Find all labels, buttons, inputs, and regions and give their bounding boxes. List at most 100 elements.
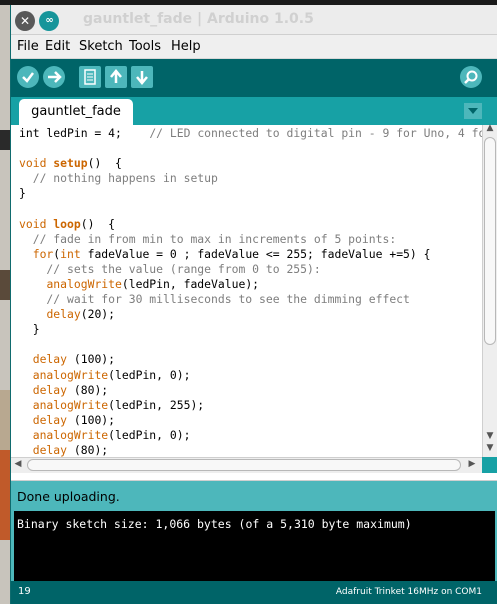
code-token: (ledPin, 0); bbox=[108, 427, 191, 442]
code-line[interactable]: delay (80); bbox=[19, 443, 108, 457]
code-line[interactable]: void loop() { bbox=[19, 217, 115, 231]
console-text: Binary sketch size: 1,066 bytes (of a 5,… bbox=[17, 517, 412, 531]
verify-button[interactable] bbox=[17, 66, 39, 88]
menu-tools[interactable]: Tools bbox=[129, 39, 161, 54]
arrow-right-icon bbox=[48, 71, 62, 83]
code-line[interactable]: analogWrite(ledPin, 255); bbox=[19, 398, 204, 412]
code-token: // sets the value (range from 0 to 255): bbox=[19, 261, 321, 276]
code-line[interactable]: delay(20); bbox=[19, 307, 115, 321]
code-token: } bbox=[19, 322, 40, 337]
code-line[interactable]: analogWrite(ledPin, fadeValue); bbox=[19, 277, 259, 291]
code-token: (ledPin, 0); bbox=[108, 367, 191, 382]
new-file-icon bbox=[84, 69, 96, 85]
code-token: delay bbox=[32, 442, 68, 457]
code-line[interactable]: // fade in from min to max in increments… bbox=[19, 232, 396, 246]
tab-gauntlet-fade[interactable]: gauntlet_fade bbox=[19, 99, 133, 125]
tab-menu-button[interactable] bbox=[464, 103, 482, 119]
code-token: delay bbox=[32, 352, 68, 367]
save-sketch-button[interactable] bbox=[131, 66, 153, 88]
code-line[interactable]: // wait for 30 milliseconds to see the d… bbox=[19, 292, 410, 307]
code-token: () { bbox=[80, 216, 116, 231]
horizontal-scroll-thumb[interactable] bbox=[27, 459, 461, 471]
code-token: void bbox=[19, 156, 54, 171]
scroll-right-icon[interactable]: ▶ bbox=[465, 459, 479, 469]
console-output[interactable]: Binary sketch size: 1,066 bytes (of a 5,… bbox=[11, 511, 497, 581]
code-token: } bbox=[19, 186, 26, 201]
code-token: for bbox=[32, 246, 54, 261]
code-token: delay bbox=[32, 412, 68, 427]
code-token: analogWrite bbox=[32, 427, 109, 442]
code-line[interactable]: // nothing happens in setup bbox=[19, 171, 218, 185]
code-token: delay bbox=[46, 307, 81, 322]
code-line[interactable]: delay (100); bbox=[19, 352, 115, 366]
code-token: (ledPin, 255); bbox=[108, 397, 205, 412]
arduino-ide-window: ✕ ∞ gauntlet_fade | Arduino 1.0.5 File E… bbox=[10, 5, 497, 604]
code-editor[interactable]: int ledPin = 4; // LED connected to digi… bbox=[11, 125, 482, 457]
arrow-down-icon bbox=[136, 71, 148, 85]
scroll-down-icon-2[interactable]: ▼ bbox=[483, 443, 497, 453]
code-token: fadeValue = 0 ; fadeValue <= 255; fadeVa… bbox=[80, 246, 431, 261]
menu-help[interactable]: Help bbox=[171, 39, 201, 54]
code-line[interactable]: } bbox=[19, 322, 40, 336]
scroll-up-icon[interactable]: ▲ bbox=[483, 123, 497, 133]
code-token: () { bbox=[87, 156, 122, 171]
vertical-scrollbar[interactable]: ▲ ▼ ▼ bbox=[482, 123, 497, 457]
panel-divider[interactable] bbox=[11, 473, 497, 481]
vertical-scroll-thumb[interactable] bbox=[484, 137, 496, 345]
arrow-up-icon bbox=[110, 69, 122, 83]
toolbar bbox=[11, 59, 497, 97]
code-line[interactable]: for(int fadeValue = 0 ; fadeValue <= 255… bbox=[19, 246, 431, 261]
status-message: Done uploading. bbox=[17, 489, 120, 504]
code-text[interactable]: int ledPin = 4; // LED connected to digi… bbox=[19, 126, 482, 457]
serial-monitor-button[interactable] bbox=[460, 66, 482, 88]
code-token: (ledPin, fadeValue); bbox=[121, 276, 260, 291]
code-line[interactable]: delay (100); bbox=[19, 413, 115, 427]
code-token: // LED connected to digital pin - 9 for … bbox=[149, 126, 482, 140]
code-token: // wait for 30 milliseconds to see the d… bbox=[19, 292, 410, 307]
arduino-logo-icon: ∞ bbox=[39, 11, 59, 31]
code-token: (80); bbox=[67, 442, 109, 457]
code-token: int ledPin = 4; bbox=[19, 126, 150, 140]
code-token: delay bbox=[32, 382, 68, 397]
upload-button[interactable] bbox=[43, 66, 65, 88]
code-token: analogWrite bbox=[32, 367, 109, 382]
code-token: loop bbox=[53, 216, 81, 231]
open-sketch-button[interactable] bbox=[105, 66, 127, 88]
line-number: 19 bbox=[18, 586, 31, 597]
board-info: Adafruit Trinket 16MHz on COM1 bbox=[335, 587, 482, 597]
menu-edit[interactable]: Edit bbox=[45, 39, 70, 54]
new-sketch-button[interactable] bbox=[79, 66, 101, 88]
code-token: void bbox=[19, 216, 54, 231]
code-token: analogWrite bbox=[46, 276, 122, 291]
scroll-left-icon[interactable]: ◀ bbox=[11, 459, 25, 469]
close-window-button[interactable]: ✕ bbox=[15, 11, 35, 31]
window-title: gauntlet_fade | Arduino 1.0.5 bbox=[83, 11, 314, 27]
code-line[interactable]: } bbox=[19, 186, 26, 200]
code-line[interactable]: // sets the value (range from 0 to 255): bbox=[19, 261, 321, 276]
tab-bar: gauntlet_fade bbox=[11, 97, 497, 125]
code-token: analogWrite bbox=[32, 397, 109, 412]
footer-bar: 19 Adafruit Trinket 16MHz on COM1 bbox=[11, 581, 497, 604]
menu-file[interactable]: File bbox=[17, 39, 39, 54]
horizontal-scrollbar[interactable]: ◀ ▶ bbox=[11, 457, 482, 473]
code-line[interactable]: analogWrite(ledPin, 0); bbox=[19, 427, 191, 442]
menu-sketch[interactable]: Sketch bbox=[79, 39, 123, 54]
code-line[interactable]: delay (80); bbox=[19, 383, 108, 397]
code-token: // fade in from min to max in increments… bbox=[19, 231, 397, 246]
code-line[interactable]: int ledPin = 4; // LED connected to digi… bbox=[19, 126, 482, 140]
title-bar: ✕ ∞ gauntlet_fade | Arduino 1.0.5 bbox=[11, 5, 497, 35]
scroll-down-icon[interactable]: ▼ bbox=[483, 431, 497, 441]
code-line[interactable]: void setup() { bbox=[19, 156, 122, 170]
code-line[interactable]: analogWrite(ledPin, 0); bbox=[19, 367, 191, 382]
code-token: // nothing happens in setup bbox=[19, 171, 218, 186]
